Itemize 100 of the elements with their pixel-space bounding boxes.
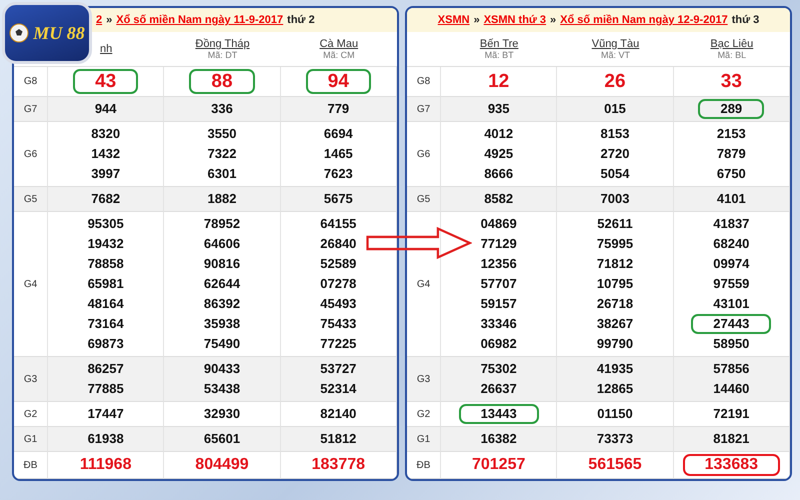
weekday-label: thứ 3 [732, 14, 760, 26]
result-number: 99790 [596, 335, 634, 353]
breadcrumb-separator: » [550, 14, 556, 26]
province-link[interactable]: Bạc Liêu [710, 38, 754, 50]
result-number: 4925 [483, 145, 514, 163]
province-link[interactable]: Đồng Tháp [195, 38, 250, 50]
result-number: 43101 [712, 295, 750, 313]
result-number: 09974 [712, 255, 750, 273]
prize-label: G8 [416, 76, 430, 87]
circled-number: 289 [698, 99, 764, 119]
result-number: 1882 [206, 190, 238, 208]
weekday-label: thứ 2 [287, 14, 315, 26]
result-number: 01150 [596, 405, 634, 423]
circled-number: 88 [189, 69, 255, 94]
result-number: 12356 [480, 255, 518, 273]
result-number: 5675 [322, 190, 354, 208]
result-number: 16382 [480, 430, 518, 448]
breadcrumb-separator: » [106, 14, 112, 26]
result-number: 59157 [480, 295, 518, 313]
result-number: 97559 [712, 275, 750, 293]
prize-label: G1 [24, 434, 38, 444]
province-code: Mã: BT [484, 50, 514, 60]
result-number: 64606 [202, 235, 242, 253]
breadcrumb-link[interactable]: 2 [96, 14, 102, 26]
province-code: Mã: BL [718, 50, 746, 60]
result-number: 45493 [319, 295, 358, 313]
result-number: 561565 [587, 455, 643, 475]
result-number: 7003 [600, 190, 630, 208]
result-number: 6694 [322, 125, 354, 143]
breadcrumb-separator: » [474, 14, 480, 26]
result-number: 26637 [480, 380, 518, 398]
result-number: 8582 [483, 190, 514, 208]
result-number: 183778 [310, 455, 366, 475]
result-number: 53727 [319, 360, 358, 378]
result-number: 52314 [319, 380, 358, 398]
result-number: 75433 [319, 315, 358, 333]
result-number: 33346 [480, 315, 518, 333]
province-link[interactable]: Vũng Tàu [592, 38, 640, 50]
prize-label: G5 [24, 194, 38, 204]
prize-label: G4 [416, 278, 430, 290]
result-number: 2720 [600, 145, 630, 163]
result-number: 82140 [319, 405, 358, 423]
breadcrumb-link[interactable]: Xổ số miền Nam ngày 11-9-2017 [116, 14, 284, 26]
result-number: 51812 [319, 430, 358, 448]
prize-label: G3 [416, 374, 430, 384]
result-number: 6750 [716, 165, 747, 183]
circled-number: 43 [73, 69, 138, 94]
result-number: 14460 [712, 380, 750, 398]
result-number: 8320 [90, 125, 122, 143]
prize-label: G2 [24, 408, 38, 420]
breadcrumb-link[interactable]: XSMN [438, 14, 470, 26]
result-number: 26 [603, 70, 627, 94]
result-number: 10795 [596, 275, 634, 293]
result-number: 944 [94, 100, 118, 118]
result-number: 015 [603, 100, 627, 118]
province-link[interactable]: Cà Mau [320, 38, 358, 50]
result-number: 779 [326, 100, 350, 118]
result-number: 78952 [202, 215, 242, 233]
result-number: 61938 [86, 430, 125, 448]
province-code: Mã: DT [208, 50, 238, 60]
circled-number: 94 [306, 69, 371, 94]
result-number: 53438 [202, 380, 242, 398]
prize-label: G3 [24, 374, 38, 384]
circled-number: 27443 [691, 314, 772, 334]
prize-label: G6 [24, 148, 38, 160]
province-link[interactable]: nh [100, 43, 112, 55]
prize-label: G6 [416, 148, 430, 160]
result-number: 111968 [78, 455, 132, 475]
result-number: 2153 [716, 125, 747, 143]
circled-number: 133683 [682, 454, 780, 476]
result-number: 1432 [90, 145, 122, 163]
prize-label: ĐB [416, 460, 430, 470]
breadcrumb-link[interactable]: Xổ số miền Nam ngày 12-9-2017 [560, 14, 728, 26]
soccer-ball-icon [9, 23, 30, 43]
result-number: 48164 [86, 295, 125, 313]
province-link[interactable]: Bến Tre [480, 38, 518, 50]
province-code: Mã: CM [323, 50, 355, 60]
prize-label: G7 [416, 104, 430, 114]
prize-label: ĐB [24, 460, 38, 470]
result-number: 41837 [712, 215, 750, 233]
result-number: 77225 [319, 335, 358, 353]
result-number: 12 [487, 70, 510, 94]
result-number: 73373 [596, 430, 634, 448]
result-number: 86392 [202, 295, 242, 313]
result-number: 17447 [86, 405, 125, 423]
result-number: 07278 [319, 275, 358, 293]
result-number: 1465 [322, 145, 354, 163]
result-number: 8666 [483, 165, 514, 183]
result-number: 4101 [716, 190, 747, 208]
result-number: 58950 [712, 335, 750, 353]
prize-label: G5 [416, 194, 430, 204]
prize-label: G4 [24, 278, 38, 290]
result-number: 7623 [322, 165, 354, 183]
breadcrumb-link[interactable]: XSMN thứ 3 [484, 14, 546, 26]
prize-label: G2 [416, 408, 430, 420]
result-number: 73164 [86, 315, 125, 333]
result-number: 19432 [86, 235, 125, 253]
result-number: 06982 [480, 335, 518, 353]
result-number: 3997 [90, 165, 122, 183]
result-number: 57856 [712, 360, 750, 378]
